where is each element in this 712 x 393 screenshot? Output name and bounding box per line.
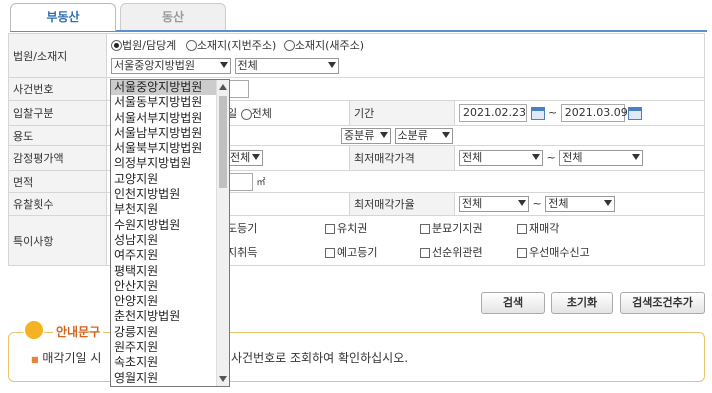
- court-option[interactable]: 부천지원: [111, 202, 229, 217]
- area-input[interactable]: [227, 172, 253, 191]
- date-from-input[interactable]: 2021.02.23: [459, 104, 527, 122]
- case-number-input[interactable]: [227, 80, 249, 98]
- radio-bid-all[interactable]: [240, 108, 252, 120]
- special-option-label: 예고등기: [337, 245, 378, 259]
- court-label: 법원/소재지: [8, 33, 107, 78]
- calendar-icon[interactable]: [628, 106, 643, 120]
- radio-court-label: 법원/담당계: [122, 38, 177, 52]
- special-option[interactable]: 우선매수신고: [517, 241, 590, 265]
- court-option[interactable]: 여주지원: [111, 248, 229, 263]
- special-option-label: 유치권: [337, 221, 368, 235]
- tab-real-estate[interactable]: 부동산: [10, 3, 116, 31]
- min-rate-to-select[interactable]: 전체: [545, 196, 616, 212]
- special-label: 특이사항: [8, 215, 107, 266]
- radio-court[interactable]: [111, 40, 122, 51]
- dropdown-scrollbar[interactable]: [216, 80, 229, 386]
- rate-tilde: ~: [532, 197, 542, 210]
- court-option[interactable]: 서울동부지방법원: [111, 95, 229, 110]
- tab-movable-property[interactable]: 동산: [120, 3, 226, 30]
- court-option[interactable]: 서울중앙지방법원: [111, 80, 229, 96]
- court-option[interactable]: 수원지방법원: [111, 218, 229, 233]
- appraisal-label: 감정평가액: [8, 145, 107, 171]
- court-option[interactable]: 서울남부지방법원: [111, 126, 229, 141]
- special-option[interactable]: 예고등기: [325, 241, 420, 265]
- court-option[interactable]: 의정부지방법원: [111, 156, 229, 171]
- notice-title: 안내문구: [53, 323, 104, 340]
- special-option[interactable]: 도등기: [227, 217, 325, 241]
- usage-label: 용도: [8, 125, 107, 146]
- notice-text-left: 매각기일 시: [42, 351, 102, 365]
- court-option[interactable]: 속초지원: [111, 355, 229, 370]
- court-option[interactable]: 서울서부지방법원: [111, 111, 229, 126]
- radio-road-address[interactable]: [283, 40, 295, 51]
- special-option-label: 재매각: [529, 221, 560, 235]
- mid-class-value: 중분류: [344, 128, 375, 142]
- min-price-from-select[interactable]: 전체: [459, 150, 543, 166]
- special-option-label: 우선매수신고: [529, 245, 590, 259]
- calendar-icon[interactable]: [530, 106, 545, 120]
- court-select-value: 서울중앙지방법원: [114, 58, 195, 72]
- date-to-input[interactable]: 2021.03.09: [560, 104, 628, 122]
- radio-lot-label: 소재지(지번주소): [196, 38, 277, 52]
- period-label: 기간: [349, 100, 455, 126]
- special-option[interactable]: 재매각: [517, 217, 559, 241]
- fail-count-label: 유찰횟수: [8, 192, 107, 216]
- min-price-to-select[interactable]: 전체: [559, 150, 644, 166]
- price-tilde: ~: [546, 151, 556, 164]
- court-dropdown-list[interactable]: 서울중앙지방법원 서울동부지방법원 서울서부지방법원 서울남부지방법원 서울북부지방법원…: [110, 79, 230, 387]
- min-rate-to-value: 전체: [548, 197, 569, 210]
- court-option[interactable]: 성남지원: [111, 233, 229, 248]
- notice-icon: [23, 319, 45, 341]
- court-option[interactable]: 고양지원: [111, 172, 229, 187]
- special-option[interactable]: 유치권: [325, 217, 420, 241]
- min-price-label: 최저매각가격: [349, 145, 455, 171]
- court-select[interactable]: 서울중앙지방법원: [111, 57, 231, 74]
- special-option-label: 분묘기지권: [432, 221, 483, 235]
- appraisal-select-value: 전체: [230, 151, 251, 164]
- department-select-value: 전체: [237, 58, 258, 72]
- special-option-label: 선순위관련: [432, 245, 483, 259]
- court-option[interactable]: 서울북부지방법원: [111, 141, 229, 156]
- mid-class-select[interactable]: 중분류: [341, 127, 391, 144]
- notice-text-right: 사건번호로 조회하여 확인하십시오.: [231, 351, 409, 365]
- court-option[interactable]: 인천지방법원: [111, 187, 229, 202]
- radio-lot-address[interactable]: [185, 40, 197, 51]
- scroll-up-icon[interactable]: [219, 84, 227, 90]
- sub-class-select[interactable]: 소분류: [394, 127, 453, 144]
- case-number-label: 사건번호: [8, 77, 107, 101]
- court-option[interactable]: 안양지원: [111, 294, 229, 309]
- special-option[interactable]: 분묘기지권: [420, 217, 517, 241]
- bid-type-label: 입찰구분: [8, 100, 107, 126]
- min-price-from-value: 전체: [462, 151, 483, 164]
- min-price-to-value: 전체: [562, 151, 583, 164]
- special-option[interactable]: 선순위관련: [420, 241, 517, 265]
- reset-button[interactable]: 초기화: [551, 292, 613, 314]
- min-rate-from-value: 전체: [462, 197, 483, 210]
- appraisal-select[interactable]: 전체: [227, 150, 263, 166]
- area-unit: ㎡: [256, 177, 266, 188]
- sub-class-value: 소분류: [397, 128, 428, 142]
- court-option[interactable]: 원주지원: [111, 340, 229, 355]
- radio-bid-all-label: 전체: [251, 107, 272, 120]
- scrollbar-thumb[interactable]: [219, 96, 227, 188]
- court-option[interactable]: 강릉지원: [111, 325, 229, 340]
- court-option[interactable]: 춘천지방법원: [111, 309, 229, 324]
- court-option[interactable]: 안산지원: [111, 279, 229, 294]
- min-rate-label: 최저매각가율: [349, 192, 455, 216]
- area-label: 면적: [8, 170, 107, 193]
- search-button[interactable]: 검색: [481, 292, 545, 314]
- special-option[interactable]: 지취득: [227, 241, 325, 265]
- court-option[interactable]: 평택지원: [111, 264, 229, 279]
- min-rate-from-select[interactable]: 전체: [459, 196, 529, 212]
- notice-text: ■ 매각기일 시: [31, 351, 102, 365]
- add-condition-button[interactable]: 검색조건추가: [620, 292, 705, 314]
- radio-road-label: 소재지(새주소): [294, 38, 365, 52]
- scroll-down-icon[interactable]: [219, 376, 227, 382]
- court-option[interactable]: 영월지원: [111, 371, 229, 386]
- department-select[interactable]: 전체: [234, 57, 339, 74]
- date-tilde: ~: [548, 106, 558, 119]
